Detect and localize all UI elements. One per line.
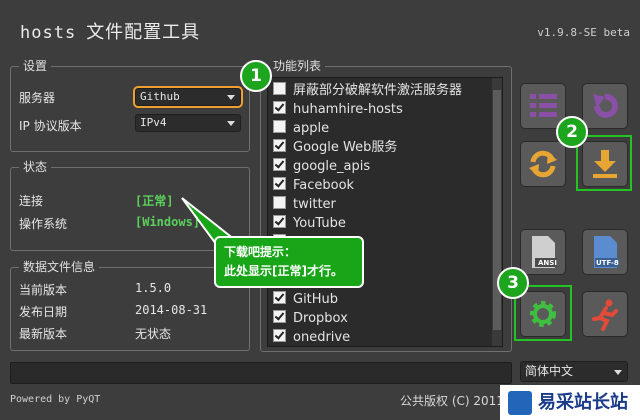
status-legend: 状态 — [19, 160, 52, 174]
export-ansi-button[interactable]: ANSI — [520, 229, 566, 275]
server-select[interactable]: Github — [133, 86, 243, 108]
tip-line-1: 下载吧提示： — [224, 245, 297, 259]
chevron-down-icon — [614, 370, 622, 375]
undo-icon — [593, 93, 618, 118]
backup-restore-button[interactable] — [582, 83, 628, 129]
feature-label: huhamhire-hosts — [293, 102, 403, 117]
app-title: hosts 文件配置工具 — [20, 18, 200, 44]
feature-checkbox[interactable] — [273, 310, 286, 323]
release-date-label: 发布日期 — [19, 305, 68, 319]
step-badge-2: 2 — [556, 116, 588, 148]
feature-label: Google Web服务 — [293, 140, 398, 155]
connection-status: [正常] — [135, 194, 174, 208]
feature-item[interactable]: huhamhire-hosts — [273, 100, 403, 119]
feature-checkbox[interactable] — [273, 196, 286, 209]
language-select[interactable]: 简体中文 — [520, 361, 628, 382]
site-logo-icon — [508, 391, 532, 415]
version-label: v1.9.8-SE beta — [537, 26, 630, 39]
feature-item[interactable]: apple — [273, 119, 329, 138]
datafile-legend: 数据文件信息 — [19, 260, 100, 274]
ip-version-select-value: IPv4 — [140, 116, 167, 129]
running-man-icon — [592, 299, 618, 331]
step-badge-1: 1 — [240, 60, 272, 92]
feature-checkbox[interactable] — [273, 215, 286, 228]
feature-label: YouTube — [293, 216, 346, 231]
feature-checkbox[interactable] — [273, 139, 286, 152]
current-version-label: 当前版本 — [19, 283, 68, 297]
feature-label: 屏蔽部分破解软件激活服务器 — [293, 83, 463, 98]
chevron-down-icon — [227, 95, 235, 100]
file-utf8-icon — [594, 236, 619, 268]
feature-list-legend: 功能列表 — [269, 59, 326, 73]
copyright: 公共版权 (C) 2011 — [400, 394, 504, 408]
feature-item[interactable]: Dropbox — [273, 309, 348, 328]
feature-item[interactable]: google_apis — [273, 157, 370, 176]
scrollbar-thumb[interactable] — [493, 90, 501, 330]
feature-list[interactable]: 屏蔽部分破解软件激活服务器 huhamhire-hosts apple Google … — [267, 77, 503, 347]
feature-checkbox[interactable] — [273, 120, 286, 133]
server-select-value: Github — [140, 90, 180, 103]
settings-legend: 设置 — [19, 59, 52, 73]
release-date-value: 2014-08-31 — [135, 303, 208, 317]
file-ansi-icon — [532, 236, 557, 268]
tip-callout: 下载吧提示： 此处显示[正常]才行。 — [214, 236, 364, 288]
language-select-value: 简体中文 — [525, 364, 574, 378]
highlight-download — [576, 135, 632, 191]
exit-button[interactable] — [582, 291, 628, 337]
latest-version-label: 最新版本 — [19, 327, 68, 341]
site-watermark: 易采站长站 — [500, 385, 640, 420]
export-utf8-button[interactable]: UTF-8 — [582, 229, 628, 275]
feature-list-scrollbar[interactable] — [492, 78, 502, 346]
powered-by: Powered by PyQT — [10, 394, 101, 405]
refresh-icon — [529, 150, 557, 178]
os-label: 操作系统 — [19, 217, 68, 231]
feature-item[interactable]: twitter — [273, 195, 336, 214]
tip-line-2: 此处显示[正常]才行。 — [224, 264, 343, 278]
current-version-value: 1.5.0 — [135, 281, 172, 295]
server-label: 服务器 — [19, 91, 56, 105]
feature-checkbox[interactable] — [273, 82, 286, 95]
feature-checkbox[interactable] — [273, 158, 286, 171]
ip-version-label: IP 协议版本 — [19, 119, 82, 133]
status-message-bar — [10, 362, 512, 384]
feature-label: GitHub — [293, 292, 339, 307]
feature-label: onedrive — [293, 330, 351, 345]
feature-label: apple — [293, 121, 330, 136]
feature-checkbox[interactable] — [273, 291, 286, 304]
chevron-down-icon — [227, 121, 235, 126]
feature-label: Dropbox — [293, 311, 348, 326]
app-title-cn: 文件配置工具 — [86, 22, 201, 43]
step-badge-3: 3 — [497, 267, 529, 299]
feature-label: twitter — [293, 197, 336, 212]
refresh-button[interactable] — [520, 141, 566, 187]
app-title-mono: hosts — [20, 23, 77, 43]
feature-label: google_apis — [293, 159, 371, 174]
feature-item[interactable]: onedrive — [273, 328, 351, 346]
feature-label: Facebook — [293, 178, 355, 193]
utf8-label: UTF-8 — [596, 259, 619, 267]
latest-version-value: 无状态 — [135, 327, 172, 341]
feature-checkbox[interactable] — [273, 177, 286, 190]
settings-group: 设置 服务器 IP 协议版本 — [10, 59, 250, 152]
ansi-label: ANSI — [538, 259, 557, 267]
feature-item[interactable]: Google Web服务 — [273, 138, 397, 157]
watermark-text: 易采站长站 — [538, 392, 628, 413]
feature-item[interactable]: YouTube — [273, 214, 346, 233]
feature-item[interactable]: Facebook — [273, 176, 354, 195]
feature-item[interactable]: 屏蔽部分破解软件激活服务器 — [273, 81, 462, 100]
feature-checkbox[interactable] — [273, 329, 286, 342]
feature-checkbox[interactable] — [273, 101, 286, 114]
feature-item[interactable]: GitHub — [273, 290, 338, 309]
ip-version-select[interactable]: IPv4 — [135, 114, 241, 132]
connection-label: 连接 — [19, 194, 44, 208]
